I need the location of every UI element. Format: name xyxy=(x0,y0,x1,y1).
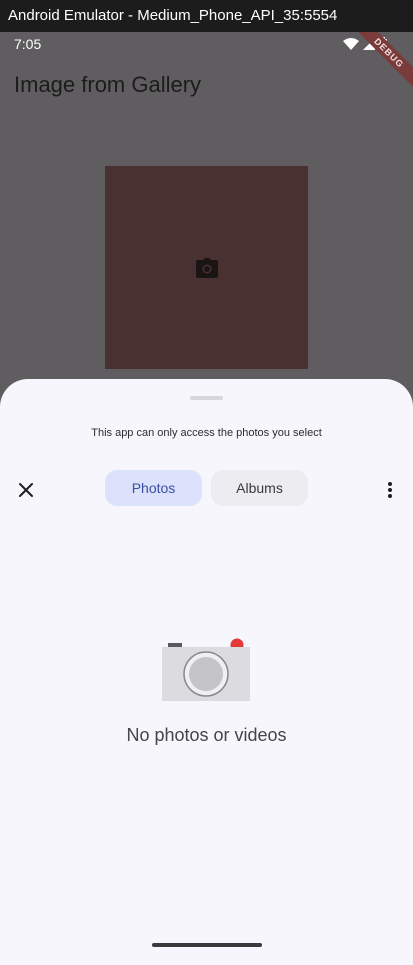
window-title: Android Emulator - Medium_Phone_API_35:5… xyxy=(0,0,413,32)
wifi-icon xyxy=(343,37,359,50)
app-title: Image from Gallery xyxy=(14,72,202,97)
drag-handle[interactable] xyxy=(190,396,223,400)
empty-state-message: No photos or videos xyxy=(126,725,287,745)
access-notice: This app can only access the photos you … xyxy=(91,427,322,439)
photo-picker-sheet: This app can only access the photos you … xyxy=(0,379,413,965)
phone-screen: 7:05 DEBUG Image from Gallery This app c… xyxy=(0,32,413,965)
status-bar: 7:05 DEBUG xyxy=(0,32,413,94)
empty-camera-illustration xyxy=(162,638,250,701)
tab-albums[interactable]: Albums xyxy=(211,470,308,506)
status-time: 7:05 xyxy=(14,36,42,52)
image-placeholder[interactable] xyxy=(105,166,308,369)
more-vert-icon xyxy=(388,482,392,498)
close-button[interactable] xyxy=(12,476,40,504)
tab-photos[interactable]: Photos xyxy=(105,470,202,506)
close-icon xyxy=(19,483,33,497)
gesture-nav-handle[interactable] xyxy=(152,943,262,947)
more-options-button[interactable] xyxy=(376,476,404,504)
camera-icon xyxy=(195,257,218,278)
